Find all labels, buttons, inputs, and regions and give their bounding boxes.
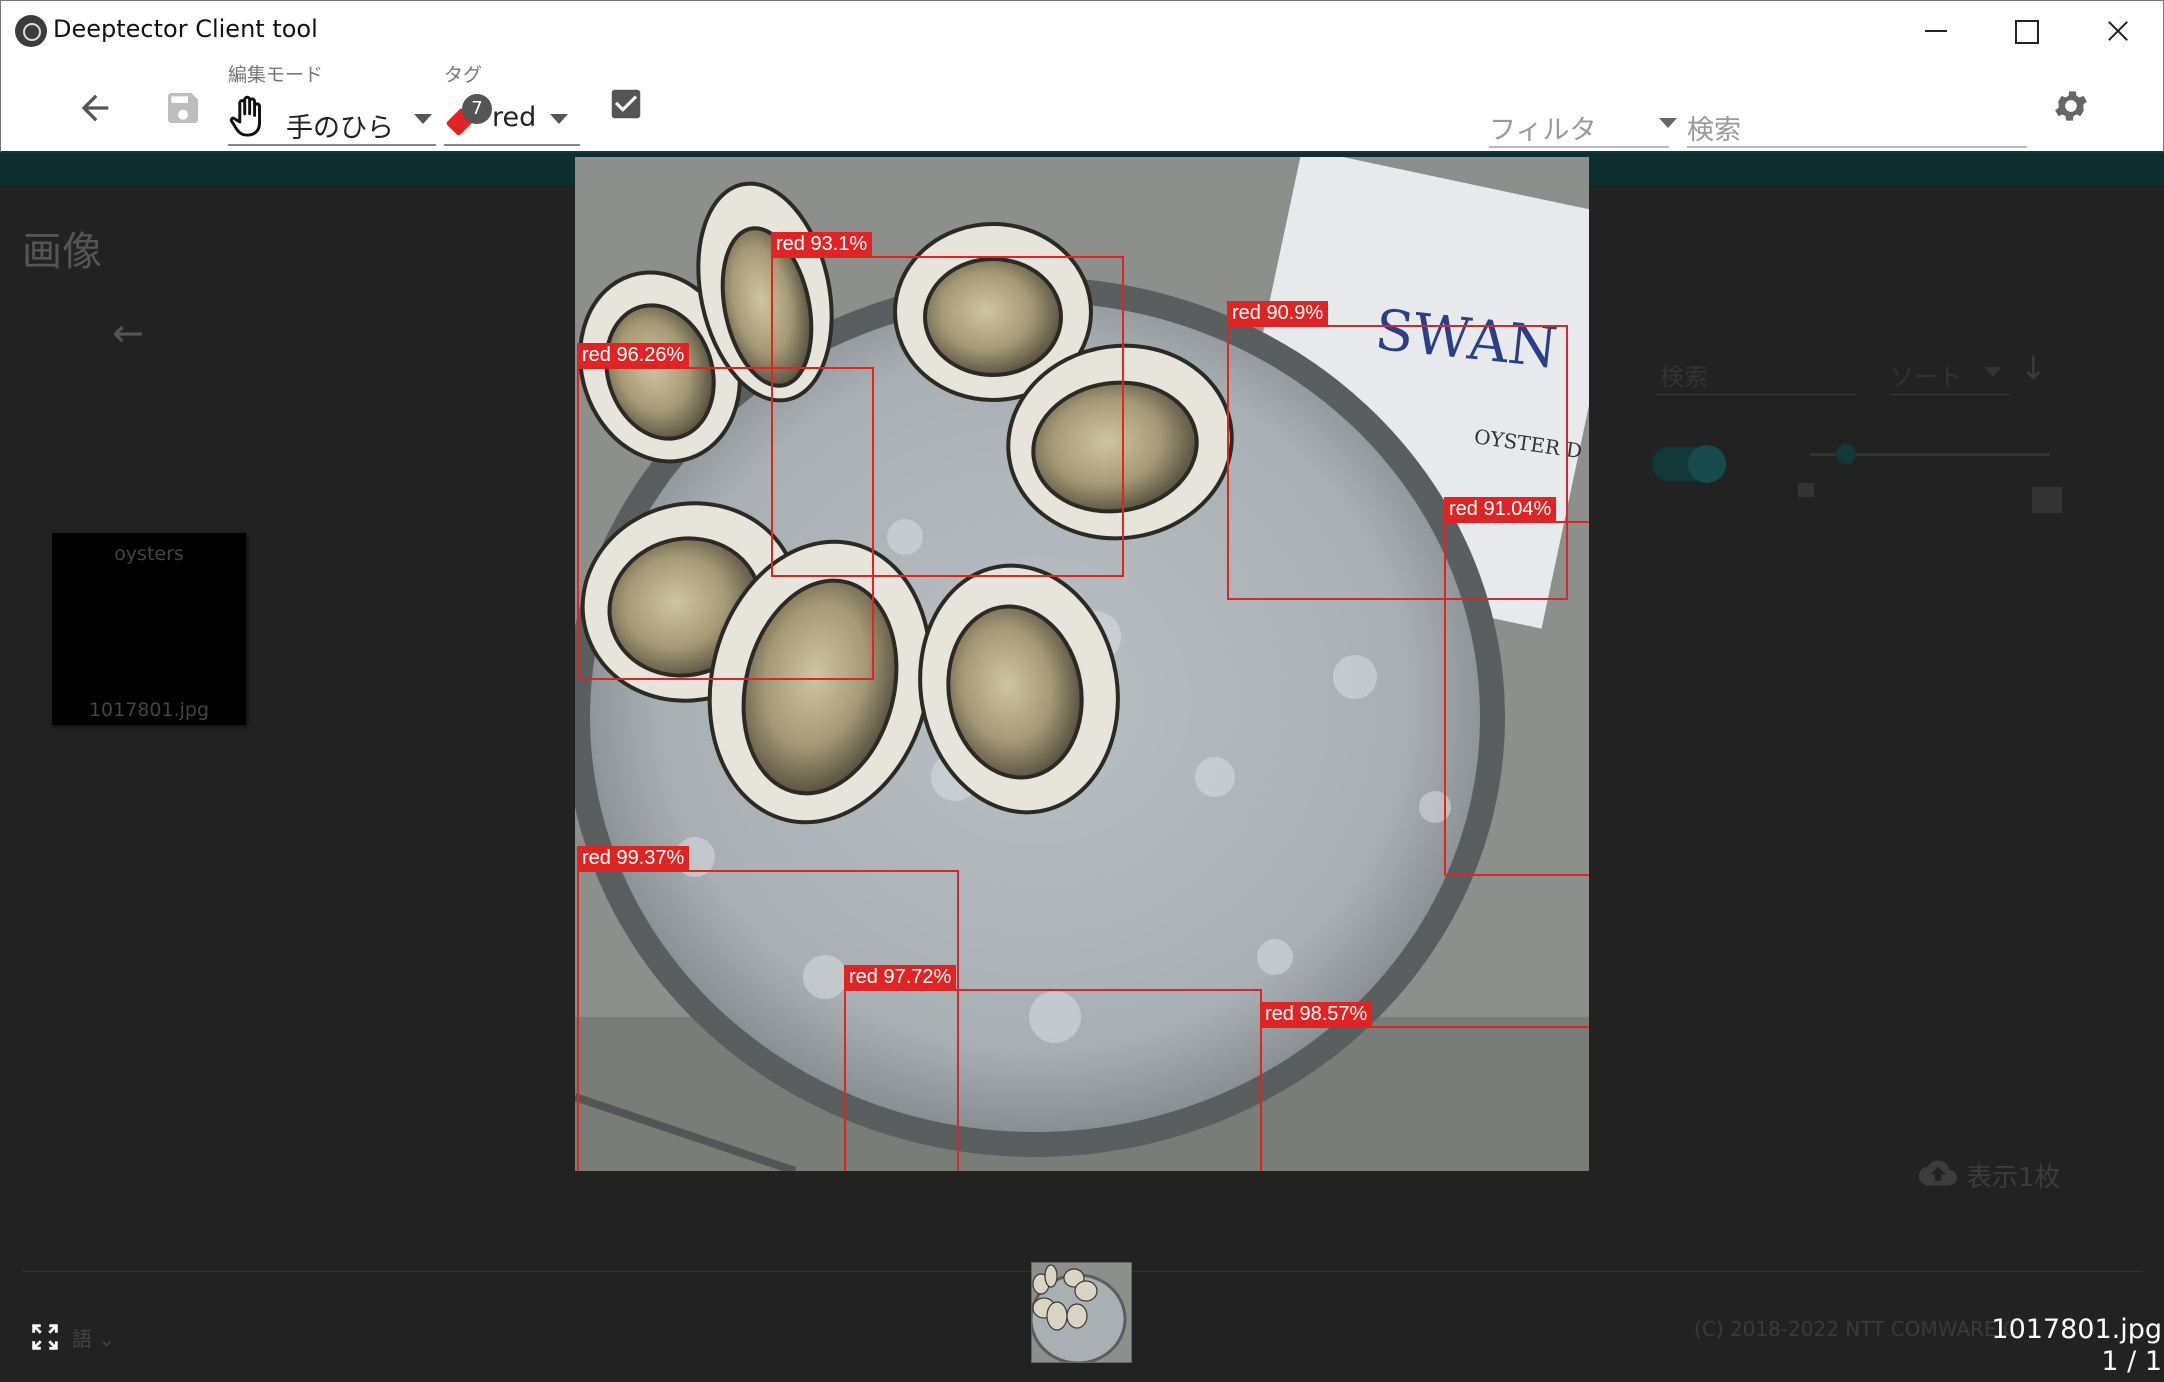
detection-label: red 91.04% [1444, 497, 1557, 521]
title-bar: Deeptector Client tool [0, 0, 2164, 58]
app-logo-icon [15, 15, 47, 47]
thumbnail-title: oysters [114, 543, 184, 565]
detection-label: red 93.1% [771, 232, 873, 256]
edit-mode-label: 編集モード [228, 64, 324, 86]
large-image-icon [2032, 487, 2062, 513]
edit-mode-select[interactable]: 手のひら [228, 94, 436, 146]
language-label: 語 [72, 1327, 92, 1351]
upload-count: 表示1枚 [1966, 1163, 2061, 1193]
detection-label: red 90.9% [1227, 301, 1329, 325]
cloud-upload-icon [1918, 1160, 1957, 1186]
page-title: 画像 [22, 229, 102, 275]
detection-box[interactable] [1260, 1026, 1589, 1171]
small-image-icon [1798, 483, 1814, 497]
filter-select[interactable]: フィルタ [1489, 102, 1677, 148]
settings-gear-icon[interactable] [2051, 86, 2091, 126]
sort-direction-icon: ↓ [2020, 349, 2047, 387]
search-input[interactable]: 検索 [1687, 102, 2027, 148]
image-thumbnail-card: oysters 1017801.jpg [52, 533, 246, 725]
tag-count-badge: 7 [462, 94, 492, 124]
background-search-input: 検索 [1656, 349, 1856, 395]
back-arrow-icon: ← [112, 311, 144, 355]
detection-label: red 98.57% [1260, 1002, 1373, 1026]
viewer-counter: 1 / 1 [2101, 1346, 2162, 1377]
detection-box[interactable] [1444, 521, 1589, 876]
detection-label: red 99.37% [577, 846, 690, 870]
background-sort-select: ソート [1890, 353, 2010, 395]
chevron-down-icon [550, 114, 568, 124]
maximize-button[interactable] [1995, 9, 2055, 53]
close-window-button[interactable] [2087, 9, 2147, 53]
check-icon[interactable] [607, 84, 645, 124]
oyster-thumbnail [1032, 1263, 1131, 1362]
toolbar: 編集モード 手のひら タグ 7 red フィルタ 検索 [0, 58, 2164, 153]
detection-box[interactable] [844, 989, 1262, 1171]
tag-label: タグ [444, 64, 483, 86]
thumbnail-filename: 1017801.jpg [88, 699, 210, 721]
fullscreen-icon[interactable] [28, 1320, 62, 1354]
background-size-slider [1810, 444, 2050, 464]
minimize-button[interactable] [1905, 9, 1965, 53]
background-search-placeholder: 検索 [1660, 363, 1708, 391]
filter-placeholder: フィルタ [1489, 115, 1597, 146]
tag-value: red [492, 102, 537, 133]
search-placeholder: 検索 [1687, 115, 1741, 146]
chevron-down-icon [1659, 118, 1677, 128]
filmstrip-thumbnail[interactable] [1031, 1262, 1132, 1363]
detection-label: red 97.72% [844, 965, 957, 989]
viewer-image[interactable]: SWAN OYSTER D red 93.1% red 96.26% red 9… [575, 157, 1589, 1171]
language-select: 語 ⌄ [72, 1327, 116, 1351]
edit-mode-value: 手のひら [286, 113, 394, 144]
hand-icon [229, 95, 261, 137]
back-arrow-icon[interactable] [75, 88, 115, 128]
detection-box[interactable] [577, 367, 874, 680]
tag-select[interactable]: 7 red [444, 94, 580, 146]
detection-label: red 96.26% [577, 343, 690, 367]
toggle-knob [1688, 445, 1726, 483]
slider-knob [1836, 444, 1856, 464]
save-icon[interactable] [163, 88, 203, 128]
chevron-down-icon [1984, 367, 2002, 377]
chevron-down-icon [414, 114, 432, 124]
background-toggle [1652, 445, 1726, 483]
copyright-text: (C) 2018-2022 NTT COMWARE C [1694, 1317, 2017, 1341]
background-sort-label: ソート [1890, 363, 1962, 391]
window-title: Deeptector Client tool [53, 15, 318, 43]
viewer-filename: 1017801.jpg [1991, 1314, 2162, 1345]
